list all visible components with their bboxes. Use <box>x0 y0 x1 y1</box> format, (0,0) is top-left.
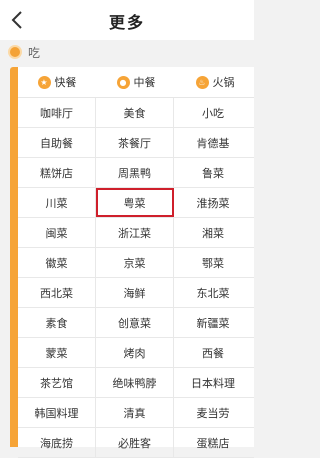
grid-row: 茶艺馆 绝味鸭脖 日本料理 <box>18 368 254 398</box>
category-item[interactable]: 新疆菜 <box>174 308 252 337</box>
category-item[interactable]: 川菜 <box>18 188 96 217</box>
category-panel: ★ 快餐 ● 中餐 ♨ 火锅 咖啡厅 美食 小吃 自助餐 茶餐厅 肯德基 糕饼店 周黑鸭 鲁菜川… <box>18 67 254 458</box>
category-item-selected[interactable]: 粤菜 <box>96 188 174 217</box>
tab-hotpot[interactable]: ♨ 火锅 <box>176 67 254 97</box>
category-item[interactable]: 海底捞 <box>18 428 96 457</box>
tab-fastfood[interactable]: ★ 快餐 <box>18 67 96 97</box>
category-item[interactable]: 京菜 <box>96 248 174 277</box>
grid-row: 闽菜 浙江菜 湘菜 <box>18 218 254 248</box>
grid-row: 韩国料理 清真 麦当劳 <box>18 398 254 428</box>
category-item[interactable]: 烤肉 <box>96 338 174 367</box>
category-item[interactable]: 肯德基 <box>174 128 252 157</box>
tab-label: 快餐 <box>54 76 77 89</box>
hotpot-icon: ♨ <box>195 75 209 89</box>
page-title: 更多 <box>108 13 145 32</box>
grid-row: 自助餐 茶餐厅 肯德基 <box>18 128 254 158</box>
category-item[interactable]: 蛋糕店 <box>174 428 252 457</box>
category-item[interactable]: 西餐 <box>174 338 252 367</box>
grid-row: 川菜 粤菜 淮扬菜 <box>18 188 254 218</box>
category-item[interactable]: 糕饼店 <box>18 158 96 187</box>
fastfood-icon: ★ <box>37 75 51 89</box>
grid-row: 海底捞 必胜客 蛋糕店 <box>18 428 254 458</box>
category-item[interactable]: 绝味鸭脖 <box>96 368 174 397</box>
category-item[interactable]: 淮扬菜 <box>174 188 252 217</box>
app-header: 更多 <box>0 0 254 40</box>
category-item[interactable]: 茶艺馆 <box>18 368 96 397</box>
category-item[interactable]: 海鲜 <box>96 278 174 307</box>
section-dot-icon <box>10 47 20 57</box>
category-item[interactable]: 周黑鸭 <box>96 158 174 187</box>
category-tabs: ★ 快餐 ● 中餐 ♨ 火锅 <box>18 67 254 98</box>
category-item[interactable]: 徽菜 <box>18 248 96 277</box>
category-item[interactable]: 东北菜 <box>174 278 252 307</box>
category-item[interactable]: 自助餐 <box>18 128 96 157</box>
category-item[interactable]: 湘菜 <box>174 218 252 247</box>
category-item[interactable]: 创意菜 <box>96 308 174 337</box>
grid-row: 徽菜 京菜 鄂菜 <box>18 248 254 278</box>
category-item[interactable]: 西北菜 <box>18 278 96 307</box>
section-label: 吃 <box>28 46 41 60</box>
category-item[interactable]: 闽菜 <box>18 218 96 247</box>
category-item[interactable]: 浙江菜 <box>96 218 174 247</box>
grid-row: 糕饼店 周黑鸭 鲁菜 <box>18 158 254 188</box>
category-item[interactable]: 鄂菜 <box>174 248 252 277</box>
grid-row: 素食 创意菜 新疆菜 <box>18 308 254 338</box>
category-item[interactable]: 清真 <box>96 398 174 427</box>
grid-row: 蒙菜 烤肉 西餐 <box>18 338 254 368</box>
category-item[interactable]: 素食 <box>18 308 96 337</box>
category-item[interactable]: 咖啡厅 <box>18 98 96 127</box>
category-item[interactable]: 麦当劳 <box>174 398 252 427</box>
tab-chinese-food[interactable]: ● 中餐 <box>97 67 175 97</box>
accent-bar <box>10 67 18 447</box>
section-header: 吃 <box>0 40 254 64</box>
category-item[interactable]: 小吃 <box>174 98 252 127</box>
grid-row: 咖啡厅 美食 小吃 <box>18 98 254 128</box>
category-item[interactable]: 日本料理 <box>174 368 252 397</box>
category-item[interactable]: 必胜客 <box>96 428 174 457</box>
chinese-food-icon: ● <box>116 75 130 89</box>
category-item[interactable]: 鲁菜 <box>174 158 252 187</box>
grid-row: 西北菜 海鲜 东北菜 <box>18 278 254 308</box>
category-item[interactable]: 茶餐厅 <box>96 128 174 157</box>
category-item[interactable]: 美食 <box>96 98 174 127</box>
category-item[interactable]: 韩国料理 <box>18 398 96 427</box>
category-grid: 咖啡厅 美食 小吃 自助餐 茶餐厅 肯德基 糕饼店 周黑鸭 鲁菜 川菜 粤菜 淮扬菜 闽菜 浙江菜 湘菜 徽菜… <box>18 98 254 458</box>
tab-label: 中餐 <box>133 76 156 89</box>
category-item[interactable]: 蒙菜 <box>18 338 96 367</box>
tab-label: 火锅 <box>212 76 235 89</box>
